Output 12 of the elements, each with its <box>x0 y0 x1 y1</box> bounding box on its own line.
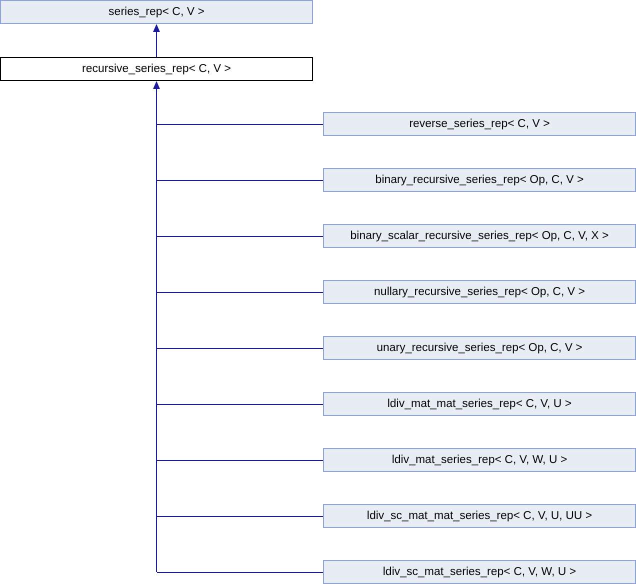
class-node[interactable]: binary_recursive_series_rep< Op, C, V > <box>323 168 636 192</box>
class-node[interactable]: ldiv_sc_mat_mat_series_rep< C, V, U, UU > <box>323 504 636 528</box>
class-node[interactable]: reverse_series_rep< C, V > <box>323 112 636 136</box>
class-node[interactable]: binary_scalar_recursive_series_rep< Op, C, V, X > <box>323 224 636 248</box>
class-node[interactable]: ldiv_sc_mat_series_rep< C, V, W, U > <box>323 560 636 584</box>
inheritance-arrow <box>153 24 160 58</box>
class-node[interactable]: nullary_recursive_series_rep< Op, C, V > <box>323 280 636 304</box>
class-node[interactable]: ldiv_mat_mat_series_rep< C, V, U > <box>323 392 636 416</box>
class-node[interactable]: unary_recursive_series_rep< Op, C, V > <box>323 336 636 360</box>
class-node[interactable]: recursive_series_rep< C, V > <box>0 57 313 81</box>
class-node[interactable]: ldiv_mat_series_rep< C, V, W, U > <box>323 448 636 472</box>
class-node[interactable]: series_rep< C, V > <box>0 0 313 24</box>
